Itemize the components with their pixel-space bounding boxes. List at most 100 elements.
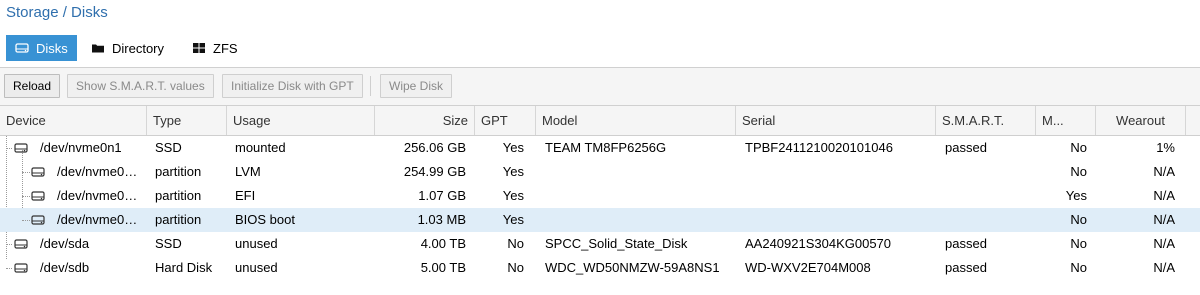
cell-device: /dev/sda <box>40 236 90 251</box>
cell-serial <box>739 208 936 232</box>
table-row[interactable]: /dev/nvme0n... partition LVM 254.99 GB Y… <box>0 160 1200 184</box>
cell-smart: passed <box>945 260 987 275</box>
cell-usage: LVM <box>235 164 261 179</box>
toolbar: Reload Show S.M.A.R.T. values Initialize… <box>0 67 1200 106</box>
col-usage[interactable]: Usage <box>227 106 375 135</box>
cell-type: SSD <box>155 140 182 155</box>
cell-serial: AA240921S304KG00570 <box>745 236 892 251</box>
cell-mounted: No <box>1070 236 1087 251</box>
initialize-gpt-button[interactable]: Initialize Disk with GPT <box>222 74 363 98</box>
hdd-icon <box>31 167 45 177</box>
grid-header: Device Type Usage Size GPT Model Serial … <box>0 105 1200 136</box>
cell-serial <box>739 160 936 184</box>
cell-gpt: Yes <box>502 188 524 203</box>
cell-size: 4.00 TB <box>420 236 466 251</box>
col-type[interactable]: Type <box>147 106 227 135</box>
tree-line <box>6 268 12 269</box>
cell-wearout: N/A <box>1153 236 1175 251</box>
cell-serial <box>739 184 936 208</box>
col-serial[interactable]: Serial <box>736 106 936 135</box>
cell-gpt: Yes <box>502 164 524 179</box>
cell-smart: passed <box>945 140 987 155</box>
wipe-disk-button[interactable]: Wipe Disk <box>380 74 453 98</box>
col-mounted[interactable]: M... <box>1036 106 1096 135</box>
cell-device: /dev/nvme0n... <box>57 212 143 227</box>
toolbar-separator <box>370 76 371 96</box>
cell-smart: passed <box>945 236 987 251</box>
cell-size: 1.07 GB <box>418 188 466 203</box>
folder-icon <box>92 44 104 53</box>
show-smart-button[interactable]: Show S.M.A.R.T. values <box>67 74 214 98</box>
table-row[interactable]: /dev/nvme0n... partition EFI 1.07 GB Yes… <box>0 184 1200 208</box>
cell-serial: TPBF2411210020101046 <box>745 140 893 155</box>
cell-size: 254.99 GB <box>403 164 466 179</box>
cell-mounted: No <box>1070 212 1087 227</box>
storage-tabbar: Disks Directory ZFS <box>0 35 1200 65</box>
tab-label: Disks <box>36 40 68 56</box>
cell-smart <box>939 208 1036 232</box>
cell-smart <box>939 184 1036 208</box>
tree-line <box>6 244 12 245</box>
cell-mounted: No <box>1070 140 1087 155</box>
cell-wearout: N/A <box>1153 188 1175 203</box>
table-row[interactable]: /dev/nvme0n1 SSD mounted 256.06 GB Yes T… <box>0 136 1200 160</box>
cell-type: SSD <box>155 236 182 251</box>
cell-device: /dev/nvme0n1 <box>40 140 122 155</box>
hdd-icon <box>14 239 28 249</box>
table-row[interactable]: /dev/sdb Hard Disk unused 5.00 TB No WDC… <box>0 256 1200 280</box>
cell-serial: WD-WXV2E704M008 <box>745 260 871 275</box>
cell-device: /dev/nvme0n... <box>57 164 143 179</box>
cell-wearout: N/A <box>1153 212 1175 227</box>
tab-zfs[interactable]: ZFS <box>183 35 247 61</box>
cell-wearout: 1% <box>1156 140 1175 155</box>
col-model[interactable]: Model <box>536 106 736 135</box>
cell-model: TEAM TM8FP6256G <box>545 140 667 155</box>
col-wearout[interactable]: Wearout <box>1096 106 1186 135</box>
cell-model <box>539 184 736 208</box>
hdd-icon <box>31 191 45 201</box>
breadcrumb: Storage / Disks <box>6 4 108 21</box>
cell-wearout: N/A <box>1153 164 1175 179</box>
tab-directory[interactable]: Directory <box>82 35 173 61</box>
col-smart[interactable]: S.M.A.R.T. <box>936 106 1036 135</box>
cell-model: WDC_WD50NMZW-59A8NS1 <box>545 260 720 275</box>
cell-size: 256.06 GB <box>403 140 466 155</box>
cell-gpt: No <box>507 260 524 275</box>
cell-usage: unused <box>235 260 278 275</box>
table-row[interactable]: /dev/sda SSD unused 4.00 TB No SPCC_Soli… <box>0 232 1200 256</box>
tab-label: ZFS <box>213 40 238 56</box>
tree-line <box>22 196 30 197</box>
cell-smart <box>939 160 1036 184</box>
col-device[interactable]: Device <box>0 106 147 135</box>
hdd-icon <box>15 43 29 53</box>
cell-gpt: Yes <box>502 140 524 155</box>
cell-gpt: No <box>507 236 524 251</box>
tree-line <box>6 148 12 149</box>
cell-size: 1.03 MB <box>417 212 466 227</box>
col-size[interactable]: Size <box>375 106 475 135</box>
cell-usage: mounted <box>235 140 286 155</box>
cell-mounted: Yes <box>1065 188 1087 203</box>
cell-usage: BIOS boot <box>235 212 295 227</box>
cell-type: Hard Disk <box>155 260 213 275</box>
cell-model: SPCC_Solid_State_Disk <box>545 236 688 251</box>
cell-device: /dev/nvme0n... <box>57 188 143 203</box>
tree-line <box>22 172 30 173</box>
cell-mounted: No <box>1070 164 1087 179</box>
hdd-icon <box>31 215 45 225</box>
tab-label: Directory <box>112 40 165 56</box>
cell-type: partition <box>155 164 202 179</box>
cell-usage: EFI <box>235 188 256 203</box>
cell-mounted: No <box>1070 260 1087 275</box>
cell-type: partition <box>155 188 202 203</box>
tab-disks[interactable]: Disks <box>6 35 77 61</box>
reload-button[interactable]: Reload <box>4 74 61 98</box>
cell-wearout: N/A <box>1153 260 1175 275</box>
cell-model <box>539 208 736 232</box>
grid-body: /dev/nvme0n1 SSD mounted 256.06 GB Yes T… <box>0 136 1200 280</box>
cell-gpt: Yes <box>502 212 524 227</box>
col-gpt[interactable]: GPT <box>475 106 536 135</box>
cell-size: 5.00 TB <box>420 260 466 275</box>
table-row[interactable]: /dev/nvme0n... partition BIOS boot 1.03 … <box>0 208 1200 232</box>
hdd-icon <box>14 143 28 153</box>
